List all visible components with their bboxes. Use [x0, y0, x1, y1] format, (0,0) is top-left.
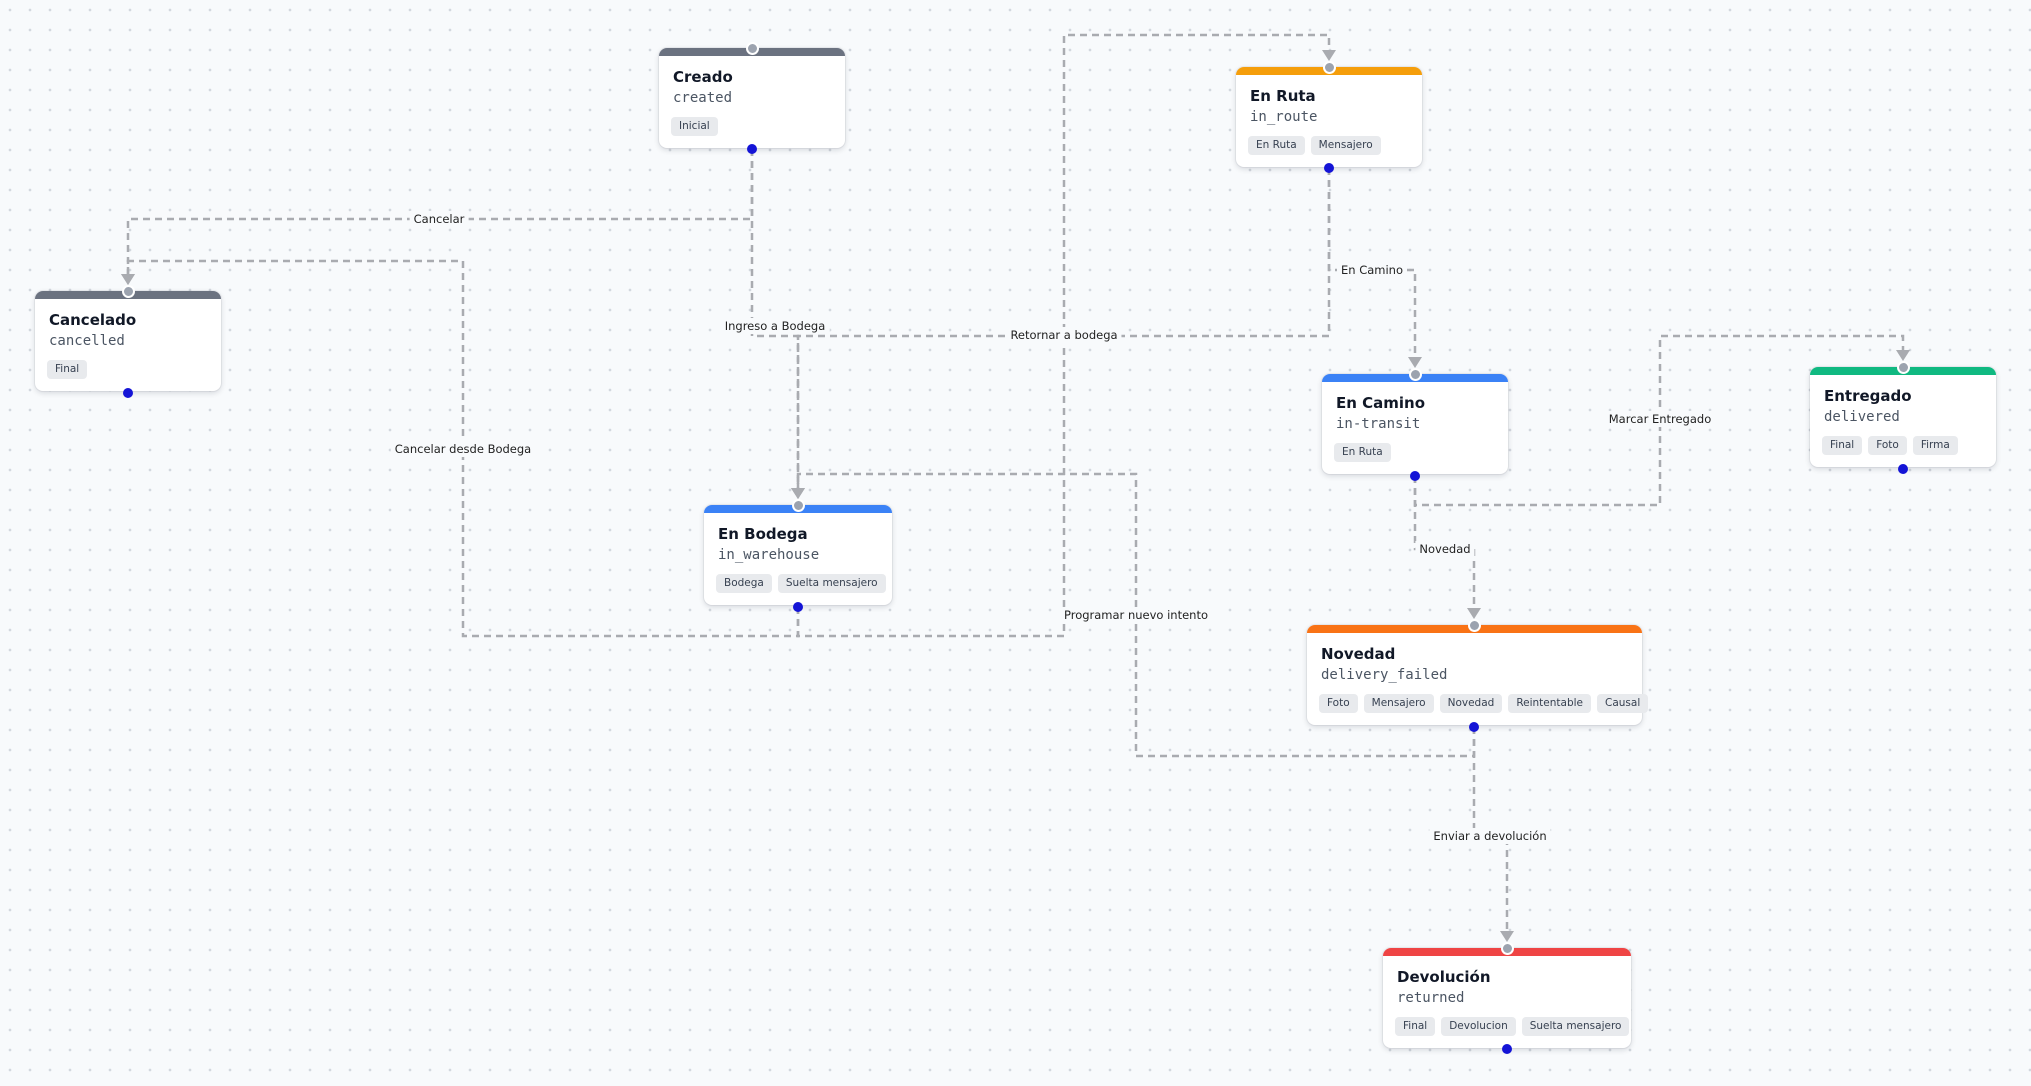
arrowhead-icon — [1896, 350, 1910, 361]
edge-label-en-camino[interactable]: En Camino — [1336, 262, 1408, 278]
node-tags: Foto Mensajero Novedad Reintentable Caus… — [1319, 694, 1649, 713]
input-handle-in-warehouse[interactable] — [791, 498, 805, 512]
node-title: En Camino — [1336, 394, 1426, 412]
output-handle-in-route[interactable] — [1324, 163, 1334, 173]
input-handle-delivered[interactable] — [1896, 360, 1910, 374]
node-title: En Bodega — [718, 525, 808, 543]
node-code: delivery_failed — [1321, 667, 1448, 683]
node-tags: Bodega Suelta mensajero — [716, 574, 886, 593]
tag: Mensajero — [1363, 694, 1434, 713]
node-tags: Final Foto Firma — [1822, 436, 1958, 455]
tag: Suelta mensajero — [777, 574, 886, 593]
arrowhead-icon — [1408, 357, 1422, 368]
node-code: returned — [1397, 990, 1465, 1006]
edge-label-to-warehouse[interactable]: Ingreso a Bodega — [720, 318, 830, 334]
node-tags: Final — [47, 360, 88, 379]
node-code: created — [673, 90, 733, 106]
edge-label-cancel-warehouse[interactable]: Cancelar desde Bodega — [390, 441, 536, 457]
arrowhead-icon — [121, 274, 135, 285]
tag: Suelta mensajero — [1521, 1017, 1630, 1036]
node-returned[interactable]: Devolución returned Final Devolucion Sue… — [1383, 948, 1631, 1048]
node-delivery-failed[interactable]: Novedad delivery_failed Foto Mensajero N… — [1307, 625, 1649, 725]
node-title: Creado — [673, 68, 733, 86]
node-code: in_route — [1250, 109, 1318, 125]
arrowhead-icon — [1500, 931, 1514, 942]
edge-layer — [121, 33, 1910, 942]
edge-label-send-return[interactable]: Enviar a devolución — [1429, 828, 1551, 844]
output-handle-returned[interactable] — [1502, 1044, 1512, 1054]
arrowhead-icon — [1322, 50, 1336, 61]
edge-label-mark-delivered[interactable]: Marcar Entregado — [1604, 411, 1716, 427]
tag: Final — [1395, 1017, 1436, 1036]
node-code: delivered — [1824, 409, 1900, 425]
node-tags: Inicial — [671, 117, 718, 136]
tag: Reintentable — [1508, 694, 1592, 713]
tag: Final — [47, 360, 88, 379]
tag: Inicial — [671, 117, 718, 136]
edge-label-return-warehouse[interactable]: Retornar a bodega — [1006, 327, 1122, 343]
node-code: in-transit — [1336, 416, 1421, 432]
arrowhead-icon — [1467, 608, 1481, 619]
node-code: cancelled — [49, 333, 125, 349]
node-tags: En Ruta — [1334, 443, 1391, 462]
tag: Novedad — [1439, 694, 1503, 713]
edge-label-novedad[interactable]: Novedad — [1415, 541, 1475, 557]
tag: Devolucion — [1441, 1017, 1516, 1036]
node-title: Novedad — [1321, 645, 1396, 663]
tag: Firma — [1912, 436, 1958, 455]
input-handle-cancelled[interactable] — [121, 284, 135, 298]
output-handle-created[interactable] — [747, 144, 757, 154]
input-handle-created[interactable] — [745, 41, 759, 55]
node-title: Devolución — [1397, 968, 1491, 986]
tag: Mensajero — [1310, 136, 1381, 155]
node-tags: En Ruta Mensajero — [1248, 136, 1381, 155]
node-tags: Final Devolucion Suelta mensajero — [1395, 1017, 1630, 1036]
node-cancelled[interactable]: Cancelado cancelled Final — [35, 291, 221, 391]
node-title: Cancelado — [49, 311, 137, 329]
node-delivered[interactable]: Entregado delivered Final Foto Firma — [1810, 367, 1996, 467]
edge-label-cancel[interactable]: Cancelar — [409, 211, 469, 227]
output-handle-delivered[interactable] — [1898, 464, 1908, 474]
input-handle-in-route[interactable] — [1322, 60, 1336, 74]
tag: Causal — [1597, 694, 1649, 713]
input-handle-in-transit[interactable] — [1408, 367, 1422, 381]
node-title: En Ruta — [1250, 87, 1316, 105]
tag: Bodega — [716, 574, 772, 593]
tag: Foto — [1319, 694, 1358, 713]
output-handle-in-transit[interactable] — [1410, 471, 1420, 481]
arrowhead-icon — [791, 488, 805, 499]
tag: Foto — [1868, 436, 1907, 455]
node-code: in_warehouse — [718, 547, 820, 563]
input-handle-returned[interactable] — [1500, 941, 1514, 955]
node-in-warehouse[interactable]: En Bodega in_warehouse Bodega Suelta men… — [704, 505, 892, 605]
tag: Final — [1822, 436, 1863, 455]
output-handle-in-warehouse[interactable] — [793, 602, 803, 612]
tag: En Ruta — [1334, 443, 1391, 462]
tag: En Ruta — [1248, 136, 1305, 155]
node-created[interactable]: Creado created Inicial — [659, 48, 845, 148]
node-in-route[interactable]: En Ruta in_route En Ruta Mensajero — [1236, 67, 1422, 167]
node-in-transit[interactable]: En Camino in-transit En Ruta — [1322, 374, 1508, 474]
input-handle-delivery-failed[interactable] — [1467, 618, 1481, 632]
output-handle-cancelled[interactable] — [123, 388, 133, 398]
node-title: Entregado — [1824, 387, 1912, 405]
edge-label-retry[interactable]: Programar nuevo intento — [1059, 607, 1213, 623]
output-handle-delivery-failed[interactable] — [1469, 722, 1479, 732]
